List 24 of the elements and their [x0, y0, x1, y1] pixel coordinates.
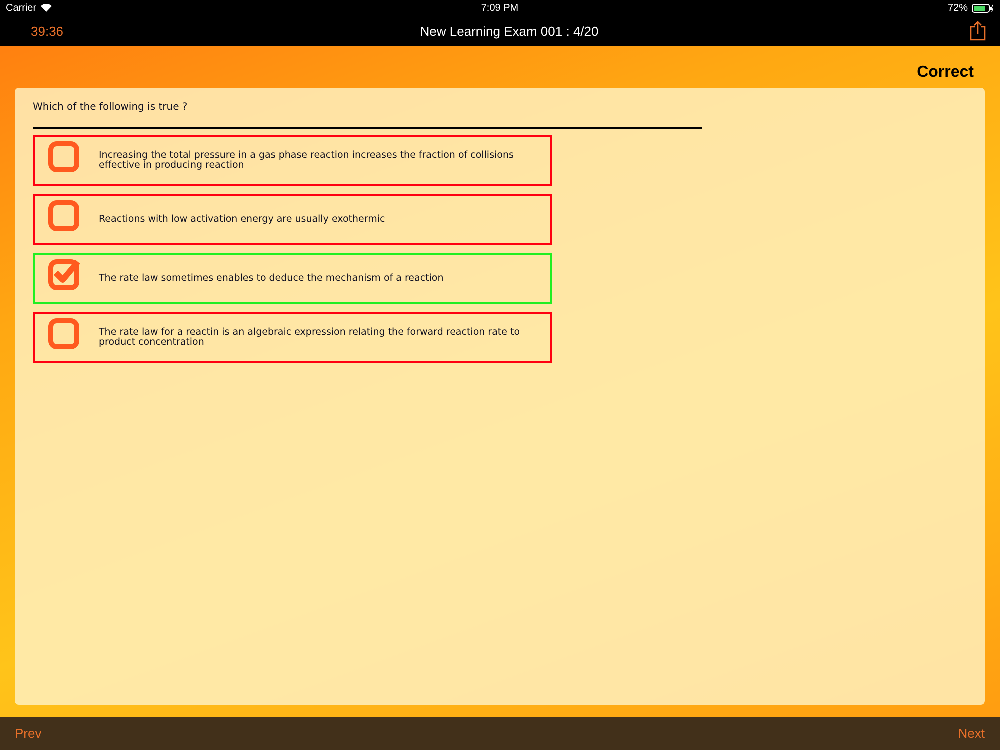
timer: 39:36	[31, 24, 65, 38]
option-text: Reactions with low activation energy are usually exothermic	[99, 214, 386, 224]
option-text: The rate law for a reactin is an algebraic expression relating the forward reaction rate to product concentration	[99, 328, 522, 348]
answer-option[interactable]: Reactions with low activation energy are usually exothermic	[33, 194, 552, 245]
result-label: Correct	[917, 63, 975, 83]
carrier-label: Carrier	[6, 2, 37, 14]
checkbox-icon[interactable]	[48, 140, 80, 172]
exam-title: New Learning Exam 001 : 4/20	[420, 24, 599, 38]
checkbox-icon[interactable]	[48, 318, 80, 350]
battery-percent: 72%	[948, 2, 968, 14]
checkbox-icon[interactable]	[48, 258, 80, 290]
clock-time: 7:09 PM	[481, 2, 519, 14]
option-text: The rate law sometimes enables to deduce the mechanism of a reaction	[99, 274, 445, 284]
answer-option[interactable]: The rate law sometimes enables to deduce the mechanism of a reaction	[33, 253, 552, 304]
question-text: Which of the following is true ?	[33, 102, 189, 113]
share-icon[interactable]	[970, 21, 986, 41]
answer-option[interactable]: Increasing the total pressure in a gas phase reaction increases the fraction of collisions effective in producing reaction	[33, 135, 552, 186]
option-text: Increasing the total pressure in a gas phase reaction increases the fraction of collisions effective in producing reaction	[99, 150, 515, 170]
wifi-icon	[40, 4, 52, 12]
checkbox-icon[interactable]	[48, 200, 80, 232]
battery-icon	[972, 4, 994, 12]
prev-button[interactable]: Prev	[15, 726, 42, 741]
next-button[interactable]: Next	[958, 726, 985, 741]
answer-option[interactable]: The rate law for a reactin is an algebraic expression relating the forward reaction rate to product concentration	[33, 312, 552, 363]
